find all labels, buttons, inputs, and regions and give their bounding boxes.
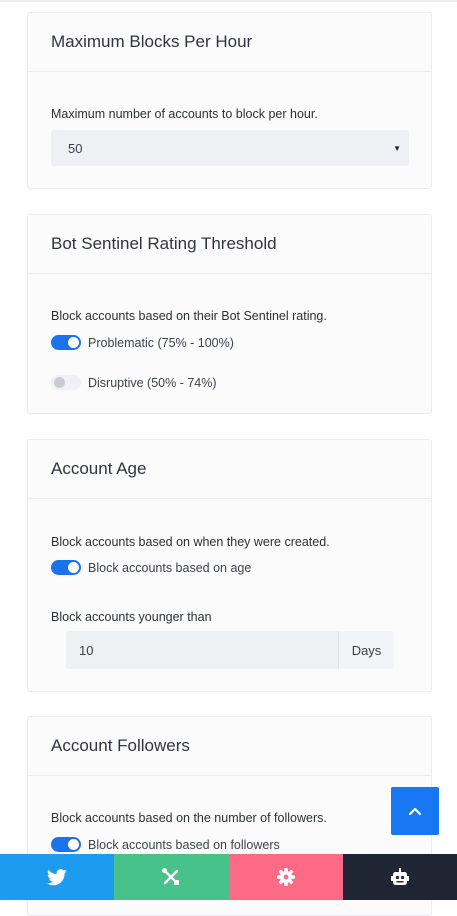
toggle-label: Block accounts based on followers — [88, 837, 280, 852]
account-age-card: Account Age Block accounts based on when… — [27, 439, 432, 692]
card-title: Account Followers — [28, 717, 431, 776]
toggle-disruptive[interactable]: Disruptive (50% - 74%) — [51, 375, 217, 390]
rating-threshold-card: Bot Sentinel Rating Threshold Block acco… — [27, 214, 432, 414]
bottom-nav — [0, 854, 457, 900]
toggle-label: Disruptive (50% - 74%) — [88, 375, 217, 390]
card-description: Block accounts based on their Bot Sentin… — [51, 309, 327, 323]
chevron-up-icon — [408, 807, 422, 816]
chevron-down-icon: ▼ — [393, 143, 401, 153]
toggle-followers[interactable]: Block accounts based on followers — [51, 837, 280, 852]
toggle-label: Problematic (75% - 100%) — [88, 335, 234, 350]
card-title: Account Age — [28, 440, 431, 499]
toggle-label: Block accounts based on age — [88, 560, 252, 575]
top-divider — [0, 0, 457, 2]
nav-tab-twitter[interactable] — [0, 854, 115, 900]
card-title: Maximum Blocks Per Hour — [28, 13, 431, 72]
card-description: Block accounts based on when they were c… — [51, 535, 330, 549]
max-blocks-card: Maximum Blocks Per Hour Maximum number o… — [27, 12, 432, 189]
card-description: Maximum number of accounts to block per … — [51, 107, 318, 121]
toggle-switch[interactable] — [51, 837, 81, 852]
card-description: Block accounts based on the number of fo… — [51, 811, 327, 825]
select-value: 50 — [68, 140, 83, 156]
toggle-problematic[interactable]: Problematic (75% - 100%) — [51, 335, 234, 350]
toggle-switch[interactable] — [51, 560, 81, 575]
scroll-to-top-button[interactable] — [391, 787, 439, 835]
younger-than-label: Block accounts younger than — [51, 610, 212, 624]
age-input-group: 10 Days — [66, 631, 394, 669]
twitter-icon — [47, 868, 67, 885]
toggle-switch[interactable] — [51, 335, 81, 350]
nav-tab-settings[interactable] — [228, 854, 343, 900]
tools-icon — [162, 868, 180, 885]
nav-tab-tools[interactable] — [114, 854, 229, 900]
max-blocks-select[interactable]: 50 ▼ — [51, 130, 409, 166]
age-days-input[interactable]: 10 — [66, 631, 338, 669]
nav-tab-bot[interactable] — [342, 854, 457, 900]
days-addon: Days — [338, 631, 394, 669]
toggle-switch[interactable] — [51, 375, 81, 390]
robot-icon — [390, 868, 409, 885]
gear-icon — [276, 868, 295, 886]
card-title: Bot Sentinel Rating Threshold — [28, 215, 431, 274]
toggle-age[interactable]: Block accounts based on age — [51, 560, 251, 575]
